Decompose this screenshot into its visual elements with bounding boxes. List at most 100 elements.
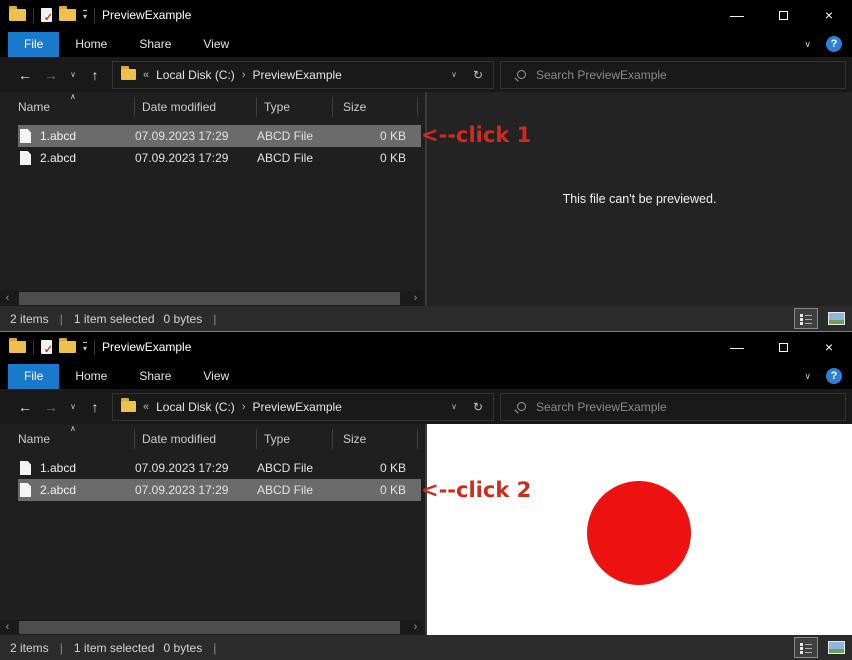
- close-button[interactable]: ×: [806, 0, 852, 30]
- horizontal-scrollbar[interactable]: ‹ ›: [0, 620, 423, 635]
- preview-red-circle: [587, 481, 691, 585]
- thumbnails-view-button[interactable]: [824, 308, 848, 329]
- tab-share[interactable]: Share: [123, 364, 187, 389]
- status-separator: |: [213, 640, 217, 655]
- explorer-window-2: ▾ PreviewExample — × File Home Share Vie…: [0, 331, 852, 660]
- column-header-type[interactable]: Type: [257, 429, 333, 449]
- back-button[interactable]: ←: [12, 399, 38, 415]
- tab-file[interactable]: File: [8, 32, 60, 57]
- back-button[interactable]: ←: [12, 67, 38, 83]
- customize-toolbar-icon[interactable]: ▾: [83, 9, 88, 21]
- address-dropdown-icon[interactable]: ∨: [451, 70, 457, 79]
- file-row-2abcd[interactable]: 2.abcd 07.09.2023 17:29 ABCD File 0 KB: [18, 479, 421, 501]
- tab-view[interactable]: View: [187, 32, 245, 57]
- horizontal-scrollbar[interactable]: ‹ ›: [0, 291, 423, 306]
- search-box[interactable]: Search PreviewExample: [500, 60, 846, 89]
- column-header-type[interactable]: Type: [257, 97, 333, 117]
- expand-ribbon-icon[interactable]: ∨: [804, 39, 811, 50]
- maximize-button[interactable]: [760, 0, 806, 30]
- selection-count: 1 item selected: [73, 640, 155, 655]
- status-separator: |: [59, 640, 63, 655]
- quick-access-toolbar: ▾: [0, 6, 96, 24]
- address-bar[interactable]: « Local Disk (C:) › PreviewExample ∨ ↻: [112, 60, 494, 89]
- tab-view[interactable]: View: [187, 364, 245, 389]
- minimize-button[interactable]: —: [714, 332, 760, 362]
- refresh-icon[interactable]: ↻: [473, 400, 483, 414]
- breadcrumb-overflow-icon[interactable]: «: [143, 401, 149, 413]
- help-icon[interactable]: ?: [826, 36, 842, 52]
- details-view-button[interactable]: [794, 308, 818, 329]
- tab-home[interactable]: Home: [59, 364, 123, 389]
- scroll-left-icon[interactable]: ‹: [0, 291, 15, 306]
- up-button[interactable]: ↑: [82, 67, 108, 83]
- search-box[interactable]: Search PreviewExample: [500, 392, 846, 421]
- status-separator: |: [59, 311, 63, 326]
- up-button[interactable]: ↑: [82, 399, 108, 415]
- help-icon[interactable]: ?: [826, 368, 842, 384]
- scroll-right-icon[interactable]: ›: [408, 620, 423, 635]
- tab-share[interactable]: Share: [123, 32, 187, 57]
- new-folder-icon[interactable]: [59, 6, 76, 21]
- refresh-icon[interactable]: ↻: [473, 68, 483, 82]
- tab-file[interactable]: File: [8, 364, 60, 389]
- details-view-icon: [800, 313, 812, 325]
- details-view-button[interactable]: [794, 637, 818, 658]
- maximize-icon: [778, 342, 788, 352]
- column-header-size[interactable]: Size: [333, 97, 418, 117]
- address-bar[interactable]: « Local Disk (C:) › PreviewExample ∨ ↻: [112, 392, 494, 421]
- status-bar: 2 items | 1 item selected 0 bytes |: [0, 635, 852, 660]
- scroll-left-icon[interactable]: ‹: [0, 620, 15, 635]
- close-button[interactable]: ×: [806, 332, 852, 362]
- location-folder-icon: [121, 398, 136, 412]
- column-header-name[interactable]: Name: [0, 97, 135, 117]
- properties-icon[interactable]: [41, 8, 53, 24]
- quick-access-toolbar: ▾: [0, 338, 96, 356]
- file-icon: [20, 461, 31, 475]
- search-placeholder: Search PreviewExample: [536, 399, 667, 414]
- column-header-date[interactable]: Date modified: [135, 97, 257, 117]
- file-date: 07.09.2023 17:29: [135, 151, 229, 165]
- file-name: 1.abcd: [40, 461, 77, 475]
- scrollbar-track[interactable]: [15, 620, 408, 635]
- expand-ribbon-icon[interactable]: ∨: [804, 371, 811, 382]
- scrollbar-track[interactable]: [15, 291, 408, 306]
- breadcrumb-folder[interactable]: PreviewExample: [252, 68, 341, 82]
- scrollbar-thumb[interactable]: [18, 292, 401, 305]
- window-controls: — ×: [714, 0, 852, 30]
- file-row-1abcd[interactable]: 1.abcd 07.09.2023 17:29 ABCD File 0 KB: [18, 457, 421, 479]
- window-title: PreviewExample: [102, 340, 192, 354]
- minimize-button[interactable]: —: [714, 0, 760, 30]
- breadcrumb-folder[interactable]: PreviewExample: [252, 400, 341, 414]
- recent-locations-icon[interactable]: ∨: [64, 402, 82, 411]
- column-header-date[interactable]: Date modified: [135, 429, 257, 449]
- recent-locations-icon[interactable]: ∨: [64, 70, 82, 79]
- new-folder-icon[interactable]: [59, 338, 76, 353]
- column-header-name[interactable]: Name: [0, 429, 135, 449]
- location-folder-icon: [121, 66, 136, 80]
- search-icon: [517, 402, 526, 411]
- forward-button[interactable]: →: [38, 67, 64, 83]
- toolbar-separator: [94, 339, 96, 355]
- scroll-right-icon[interactable]: ›: [408, 291, 423, 306]
- file-row-1abcd[interactable]: 1.abcd 07.09.2023 17:29 ABCD File 0 KB: [18, 125, 421, 147]
- breadcrumb-drive[interactable]: Local Disk (C:): [156, 68, 235, 82]
- annotation-click-1: <--click 1: [421, 123, 532, 147]
- file-list-pane: Name Date modified Type Size ∧ 1.abcd 07…: [0, 92, 425, 306]
- address-dropdown-icon[interactable]: ∨: [451, 402, 457, 411]
- column-header-size[interactable]: Size: [333, 429, 418, 449]
- breadcrumb-overflow-icon[interactable]: «: [143, 69, 149, 81]
- breadcrumb-separator-icon: ›: [241, 68, 246, 81]
- tab-home[interactable]: Home: [59, 32, 123, 57]
- status-separator: |: [213, 311, 217, 326]
- customize-toolbar-icon[interactable]: ▾: [83, 341, 88, 353]
- explorer-window-1: ▾ PreviewExample — × File Home Share Vie…: [0, 0, 852, 331]
- breadcrumb-drive[interactable]: Local Disk (C:): [156, 400, 235, 414]
- scrollbar-thumb[interactable]: [18, 621, 401, 634]
- properties-icon[interactable]: [41, 340, 53, 356]
- maximize-button[interactable]: [760, 332, 806, 362]
- title-bar: ▾ PreviewExample — ×: [0, 332, 852, 362]
- thumbnails-view-button[interactable]: [824, 637, 848, 658]
- file-date: 07.09.2023 17:29: [135, 483, 229, 497]
- forward-button[interactable]: →: [38, 399, 64, 415]
- file-row-2abcd[interactable]: 2.abcd 07.09.2023 17:29 ABCD File 0 KB: [18, 147, 421, 169]
